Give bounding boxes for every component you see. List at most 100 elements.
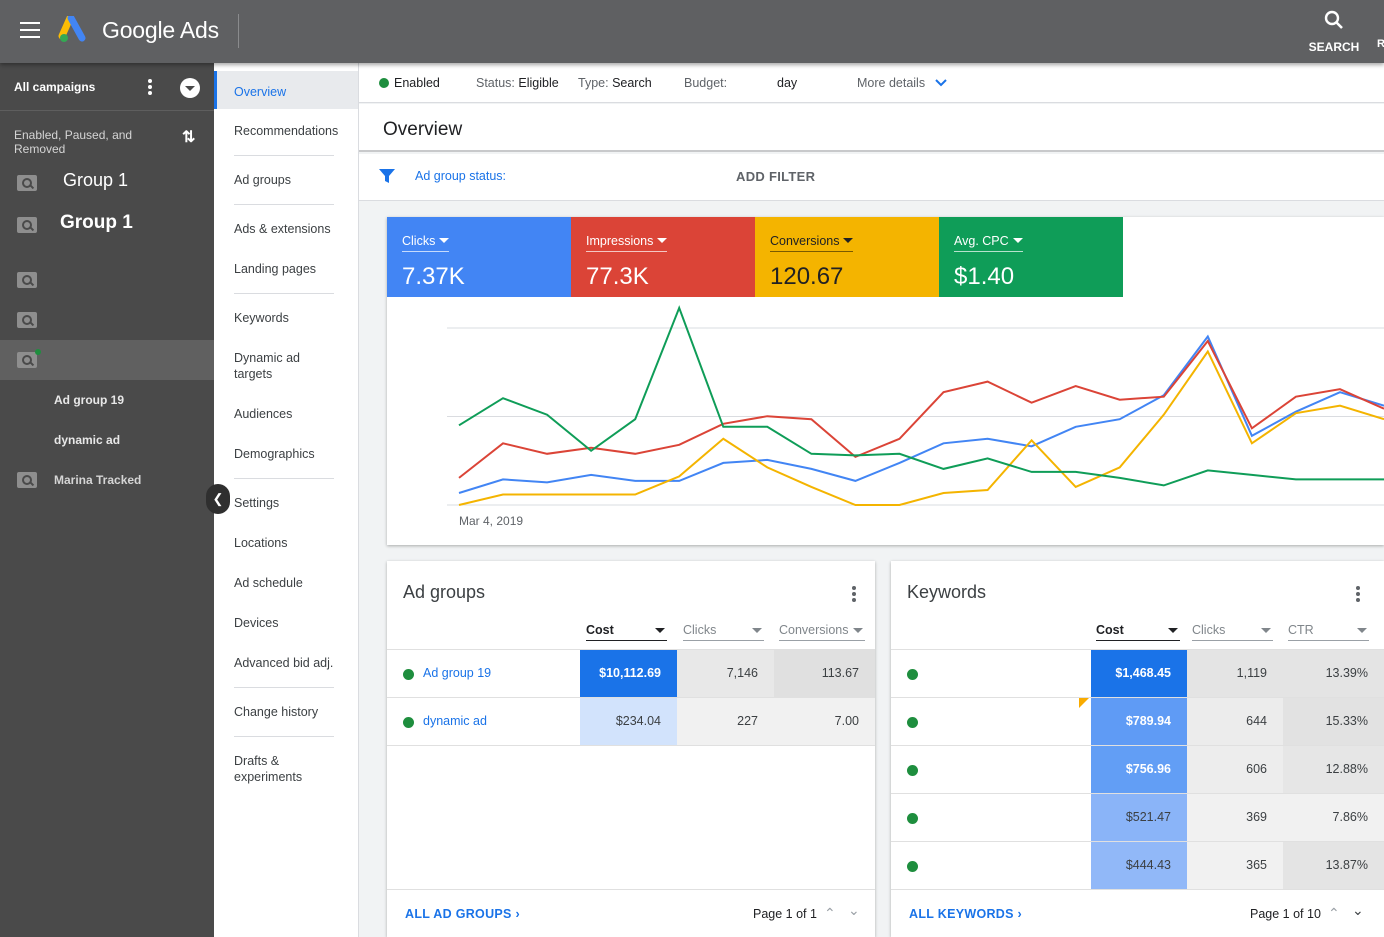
menu-item-ad-groups[interactable]: Ad groups	[234, 172, 291, 188]
menu-item-dynamic-ad-targets[interactable]: Dynamic ad targets	[234, 350, 324, 382]
enabled-status[interactable]: Enabled	[379, 76, 440, 90]
menu-item-ad-schedule[interactable]: Ad schedule	[234, 575, 303, 591]
card-more-icon[interactable]	[1356, 586, 1360, 604]
chevron-down-icon[interactable]: ⌄	[848, 902, 860, 919]
ctr-cell: 7.86%	[1283, 794, 1384, 841]
metric-tile-clicks[interactable]: Clicks 7.37K	[387, 217, 571, 297]
table-row[interactable]: Ad group 19 $10,112.69 7,146 113.67	[387, 649, 875, 697]
chevron-up-icon[interactable]: ⌃	[1328, 905, 1340, 922]
enabled-status-dot	[379, 78, 389, 88]
tree-item[interactable]: Marina Tracked	[0, 460, 214, 500]
table-row[interactable]: $789.94 644 15.33%	[891, 697, 1384, 745]
dropdown-circle-icon[interactable]	[180, 78, 200, 98]
metric-selector[interactable]: Clicks	[402, 234, 450, 252]
metric-selector[interactable]: Avg. CPC	[954, 234, 1023, 252]
menu-item-change-history[interactable]: Change history	[234, 704, 318, 720]
table-row[interactable]: $756.96 606 12.88%	[891, 745, 1384, 793]
menu-item-settings[interactable]: Settings	[234, 495, 279, 511]
series-line-3	[458, 305, 1384, 487]
table-row[interactable]: dynamic ad $234.04 227 7.00	[387, 697, 875, 745]
conversions-cell: 7.00	[774, 698, 875, 745]
tree-item[interactable]: Group 1	[0, 161, 214, 201]
metric-tile-conversions[interactable]: Conversions 120.67	[755, 217, 939, 297]
menu-item-devices[interactable]: Devices	[234, 615, 278, 631]
tree-item[interactable]: Group 1	[0, 203, 214, 243]
top-app-bar: Google Ads SEARCH R	[0, 0, 1384, 63]
page-title: Overview	[383, 119, 463, 140]
filter-funnel-icon[interactable]	[379, 168, 395, 184]
chevron-down-icon	[934, 79, 947, 87]
all-keywords-label: ALL KEYWORDS	[909, 907, 1014, 921]
pagination-label: Page 1 of 1	[753, 907, 817, 921]
cost-cell: $756.96	[1091, 746, 1187, 793]
all-keywords-link[interactable]: ALL KEYWORDS ›	[909, 907, 1022, 921]
metric-selector[interactable]: Conversions	[770, 234, 854, 252]
tree-item-selected[interactable]	[0, 340, 214, 380]
chevron-up-icon[interactable]: ⌃	[824, 905, 836, 922]
search-label: SEARCH	[1308, 40, 1360, 54]
card-more-icon[interactable]	[852, 586, 856, 604]
search-button[interactable]: SEARCH	[1304, 10, 1364, 56]
column-header-conversions[interactable]: Conversions	[779, 623, 865, 641]
metric-tile-avg-cpc[interactable]: Avg. CPC $1.40	[939, 217, 1123, 297]
ad-group-link[interactable]: Ad group 19	[423, 666, 491, 680]
enabled-status-dot	[907, 861, 918, 872]
menu-item-locations[interactable]: Locations	[234, 535, 288, 551]
table-row[interactable]: $444.43 365 13.87%	[891, 841, 1384, 889]
tree-item-adgroup[interactable]: Ad group 19	[0, 380, 214, 420]
collapse-panel-button[interactable]: ❮	[206, 484, 230, 514]
tree-item-adgroup[interactable]: dynamic ad	[0, 420, 214, 460]
table-row[interactable]: $521.47 369 7.86%	[891, 793, 1384, 841]
cost-cell: $234.04	[580, 698, 677, 745]
metric-selector[interactable]: Impressions	[586, 234, 668, 252]
menu-item-audiences[interactable]: Audiences	[234, 406, 292, 422]
menu-item-overview[interactable]: Overview	[234, 84, 286, 100]
ad-group-status-filter[interactable]: Ad group status:	[415, 169, 506, 183]
column-header-cost[interactable]: Cost	[586, 623, 667, 641]
menu-item-advanced-bid-adj[interactable]: Advanced bid adj.	[234, 655, 333, 671]
tree-item[interactable]	[0, 260, 214, 300]
enabled-status-dot	[403, 717, 414, 728]
ad-group-link[interactable]: dynamic ad	[423, 714, 487, 728]
menu-item-ads-extensions[interactable]: Ads & extensions	[234, 221, 331, 237]
cost-cell: $1,468.45	[1091, 650, 1187, 697]
menu-divider	[234, 687, 334, 688]
tree-item-label: dynamic ad	[54, 433, 121, 447]
search-icon	[1324, 10, 1343, 29]
table-row[interactable]: $1,468.45 1,119 13.39%	[891, 649, 1384, 697]
column-header-clicks[interactable]: Clicks	[1192, 623, 1273, 641]
menu-item-recommendations[interactable]: Recommendations	[234, 123, 338, 139]
budget-label: Budget:	[684, 76, 728, 90]
ad-groups-card: Ad groups Cost Clicks Conversions Ad gro…	[387, 561, 875, 937]
chevron-right-icon: ›	[1017, 907, 1023, 921]
chevron-down-icon[interactable]: ⌄	[1352, 902, 1364, 919]
truncated-label: R	[1377, 38, 1384, 50]
pagination-label: Page 1 of 10	[1250, 907, 1321, 921]
more-options-icon[interactable]	[148, 79, 152, 97]
add-filter-button[interactable]: ADD FILTER	[736, 169, 815, 184]
all-ad-groups-link[interactable]: ALL AD GROUPS ›	[405, 907, 520, 921]
line-chart[interactable]: Mar 4, 2019	[387, 297, 1384, 545]
column-header-ctr[interactable]: CTR	[1288, 623, 1369, 641]
metric-tile-impressions[interactable]: Impressions 77.3K	[571, 217, 755, 297]
chevron-left-icon: ❮	[212, 491, 224, 506]
menu-item-drafts-experiments[interactable]: Drafts & experiments	[234, 753, 324, 785]
cost-cell: $521.47	[1091, 794, 1187, 841]
column-header-cost[interactable]: Cost	[1096, 623, 1180, 641]
status-label: Status:	[476, 76, 515, 90]
status-filter-label: Enabled, Paused, and Removed	[14, 128, 133, 156]
menu-item-keywords[interactable]: Keywords	[234, 310, 289, 326]
type-field: Type: Search	[578, 76, 652, 90]
all-campaigns-header[interactable]: All campaigns	[0, 63, 214, 111]
card-title: Keywords	[907, 582, 987, 602]
menu-item-demographics[interactable]: Demographics	[234, 446, 315, 462]
type-value: Search	[612, 76, 652, 90]
more-details-link[interactable]: More details	[857, 76, 947, 90]
menu-item-landing-pages[interactable]: Landing pages	[234, 261, 316, 277]
status-value: Eligible	[518, 76, 559, 90]
sort-icon[interactable]: ⇅	[182, 127, 195, 147]
brand-divider	[238, 14, 239, 48]
hamburger-menu-icon[interactable]	[20, 22, 40, 38]
column-header-clicks[interactable]: Clicks	[683, 623, 764, 641]
tree-item[interactable]	[0, 300, 214, 340]
